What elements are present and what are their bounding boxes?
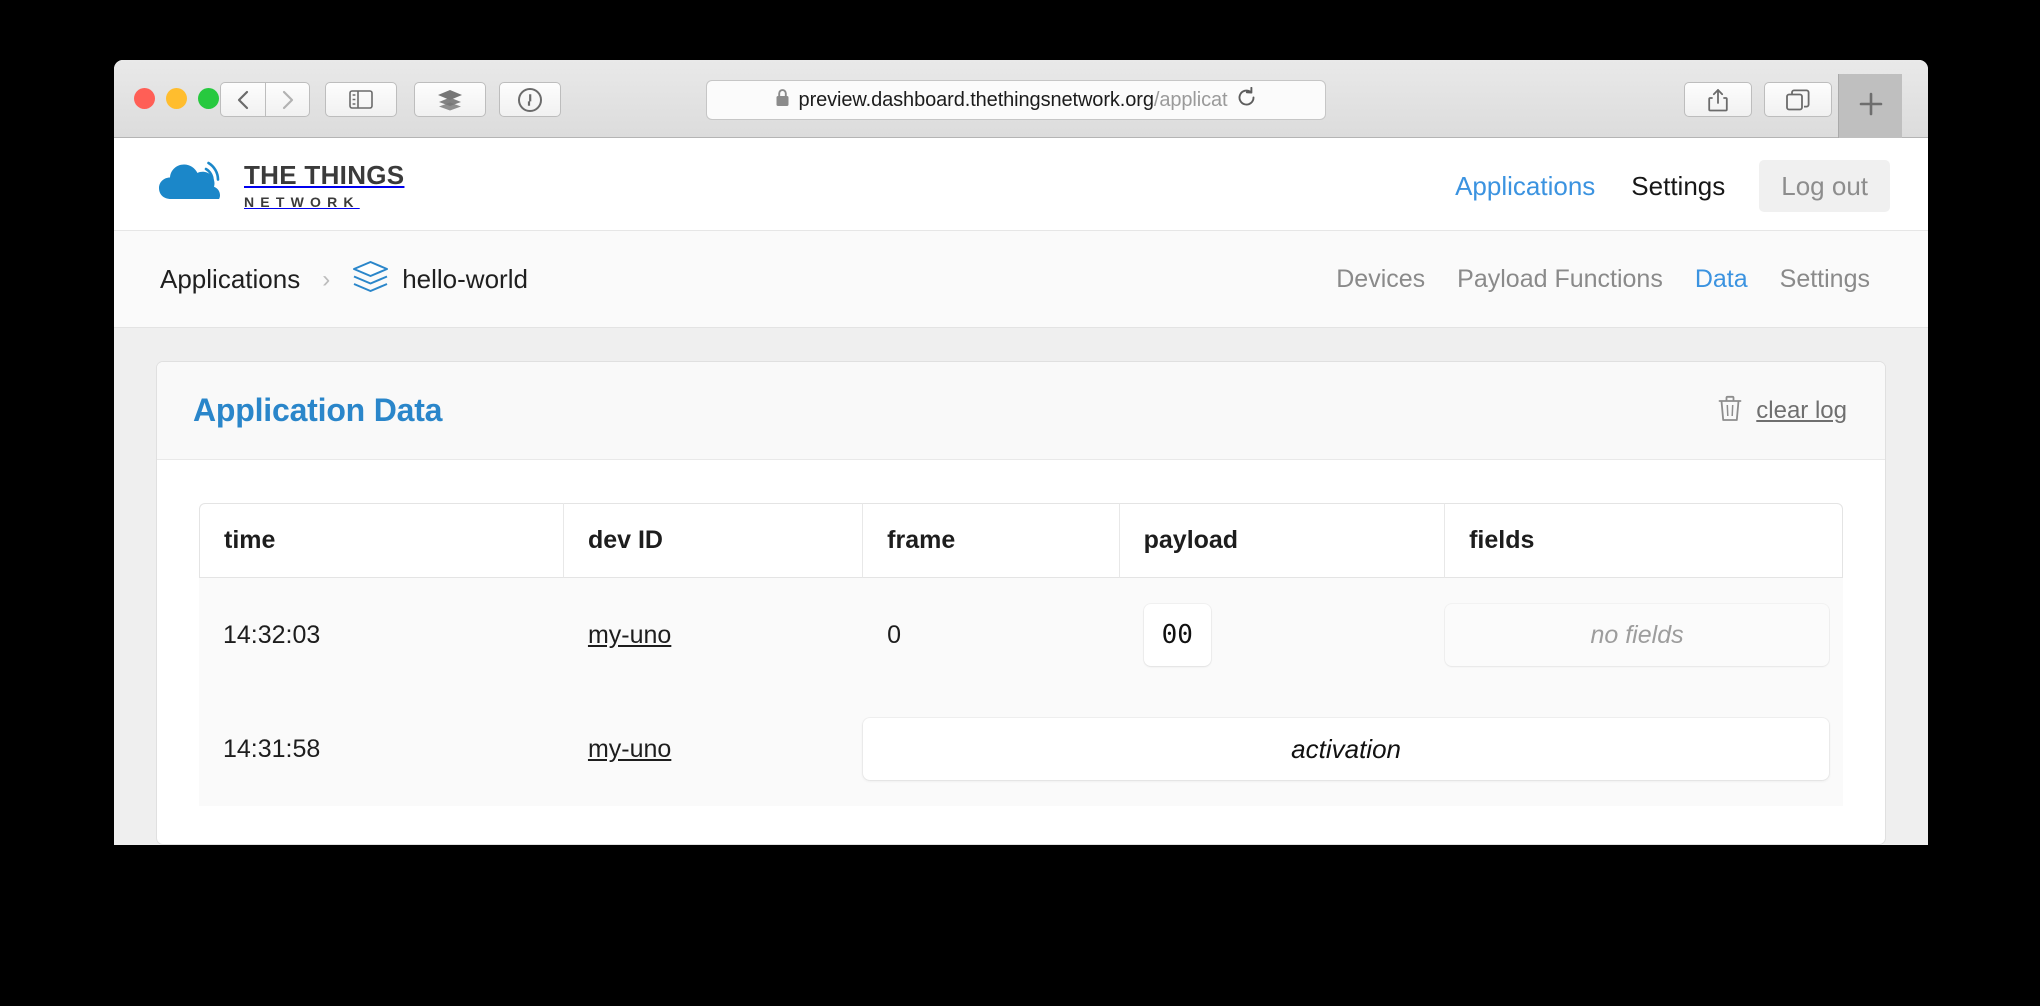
breadcrumb-separator: › — [322, 265, 331, 293]
url-path: /applicat — [1153, 88, 1228, 111]
cell-dev-id: my-uno — [563, 692, 864, 806]
tab-payload-functions[interactable]: Payload Functions — [1441, 231, 1679, 328]
logo-line-2: NETWORK — [244, 194, 360, 210]
browser-window: preview.dashboard.thethingsnetwork.org/a… — [114, 60, 1928, 845]
table-header: time dev ID frame payload fields — [199, 503, 1843, 578]
share-button[interactable] — [1684, 82, 1752, 117]
url-domain: preview.dashboard.thethingsnetwork.org — [798, 88, 1154, 111]
column-header-payload: payload — [1119, 503, 1446, 578]
sidebar-icon — [349, 90, 373, 109]
activation-chip: activation — [863, 718, 1829, 780]
table-row[interactable]: 14:31:58 my-uno activation — [199, 692, 1843, 806]
tab-devices[interactable]: Devices — [1320, 231, 1441, 328]
lock-icon — [775, 88, 790, 112]
logout-button[interactable]: Log out — [1759, 160, 1890, 212]
top-navigation: Applications Settings Log out — [1437, 160, 1890, 212]
reload-icon[interactable] — [1236, 86, 1257, 113]
ttn-cloud-logo-icon — [158, 156, 228, 211]
device-link[interactable]: my-uno — [588, 621, 671, 649]
table-header-row: time dev ID frame payload fields — [199, 503, 1843, 578]
chevron-left-icon — [236, 89, 250, 111]
page-content: Application Data clear log time dev ID f… — [114, 328, 1928, 845]
cell-dev-id: my-uno — [563, 578, 864, 692]
table-body: 14:32:03 my-uno 0 00 no fields 14:31:58 … — [199, 578, 1843, 806]
sub-navigation-bar: Applications › hello-world Devices Paylo… — [114, 231, 1928, 332]
clear-log-button[interactable]: clear log — [1718, 395, 1847, 427]
share-icon — [1708, 88, 1728, 112]
maximize-window-button[interactable] — [198, 88, 219, 109]
close-window-button[interactable] — [134, 88, 155, 109]
cell-payload: 00 — [1119, 578, 1446, 692]
column-header-time: time — [199, 503, 564, 578]
table-row[interactable]: 14:32:03 my-uno 0 00 no fields — [199, 578, 1843, 692]
chevron-right-icon — [281, 89, 295, 111]
tab-overview-button[interactable] — [1764, 82, 1832, 117]
breadcrumb-applications[interactable]: Applications — [160, 264, 300, 295]
password-manager-button[interactable] — [499, 82, 561, 117]
application-data-card: Application Data clear log time dev ID f… — [156, 361, 1886, 845]
page-tabs: Devices Payload Functions Data Settings — [1320, 231, 1886, 332]
column-header-dev-id: dev ID — [563, 503, 864, 578]
ttn-wordmark: THE THINGS NETWORK — [244, 158, 404, 209]
nav-item-settings[interactable]: Settings — [1613, 161, 1743, 211]
forward-button[interactable] — [265, 82, 310, 117]
cell-time: 14:31:58 — [199, 692, 564, 806]
address-bar[interactable]: preview.dashboard.thethingsnetwork.org/a… — [706, 80, 1326, 120]
ttn-logo[interactable]: THE THINGS NETWORK — [158, 156, 404, 211]
new-tab-button[interactable] — [1838, 74, 1902, 138]
application-data-table: time dev ID frame payload fields 14:32:0… — [199, 503, 1843, 806]
browser-toolbar: preview.dashboard.thethingsnetwork.org/a… — [114, 60, 1928, 138]
card-header: Application Data clear log — [157, 362, 1885, 460]
cell-frame: 0 — [863, 578, 1120, 692]
breadcrumb-application-label: hello-world — [402, 264, 528, 294]
nav-item-applications[interactable]: Applications — [1437, 161, 1613, 211]
cell-fields: no fields — [1445, 578, 1843, 692]
back-button[interactable] — [220, 82, 265, 117]
breadcrumb-application[interactable]: hello-world — [352, 260, 528, 299]
clear-log-label: clear log — [1756, 396, 1847, 424]
logo-line-1: THE THINGS — [244, 160, 405, 190]
no-fields-chip: no fields — [1445, 604, 1829, 666]
onepassword-icon — [517, 87, 543, 113]
site-header: THE THINGS NETWORK Applications Settings… — [114, 138, 1928, 231]
url-text: preview.dashboard.thethingsnetwork.org/a… — [799, 89, 1228, 112]
trash-icon — [1718, 395, 1742, 427]
layers-icon — [437, 89, 463, 111]
card-body: time dev ID frame payload fields 14:32:0… — [157, 460, 1885, 806]
window-traffic-lights — [134, 88, 219, 109]
column-header-fields: fields — [1445, 503, 1843, 578]
column-header-frame: frame — [863, 503, 1120, 578]
show-sidebar-button[interactable] — [325, 82, 397, 117]
breadcrumb: Applications › hello-world — [160, 231, 528, 328]
tab-data[interactable]: Data — [1679, 231, 1764, 332]
plus-icon — [1856, 89, 1886, 124]
app-layers-icon — [352, 260, 389, 299]
tab-settings[interactable]: Settings — [1764, 231, 1886, 328]
minimize-window-button[interactable] — [166, 88, 187, 109]
payload-chip[interactable]: 00 — [1143, 604, 1211, 666]
device-link[interactable]: my-uno — [588, 735, 671, 763]
page-title: Application Data — [193, 392, 443, 428]
layers-extension-button[interactable] — [414, 82, 486, 117]
tab-overview-icon — [1786, 89, 1810, 111]
cell-activation-message: activation — [863, 692, 1843, 806]
cell-time: 14:32:03 — [199, 578, 564, 692]
